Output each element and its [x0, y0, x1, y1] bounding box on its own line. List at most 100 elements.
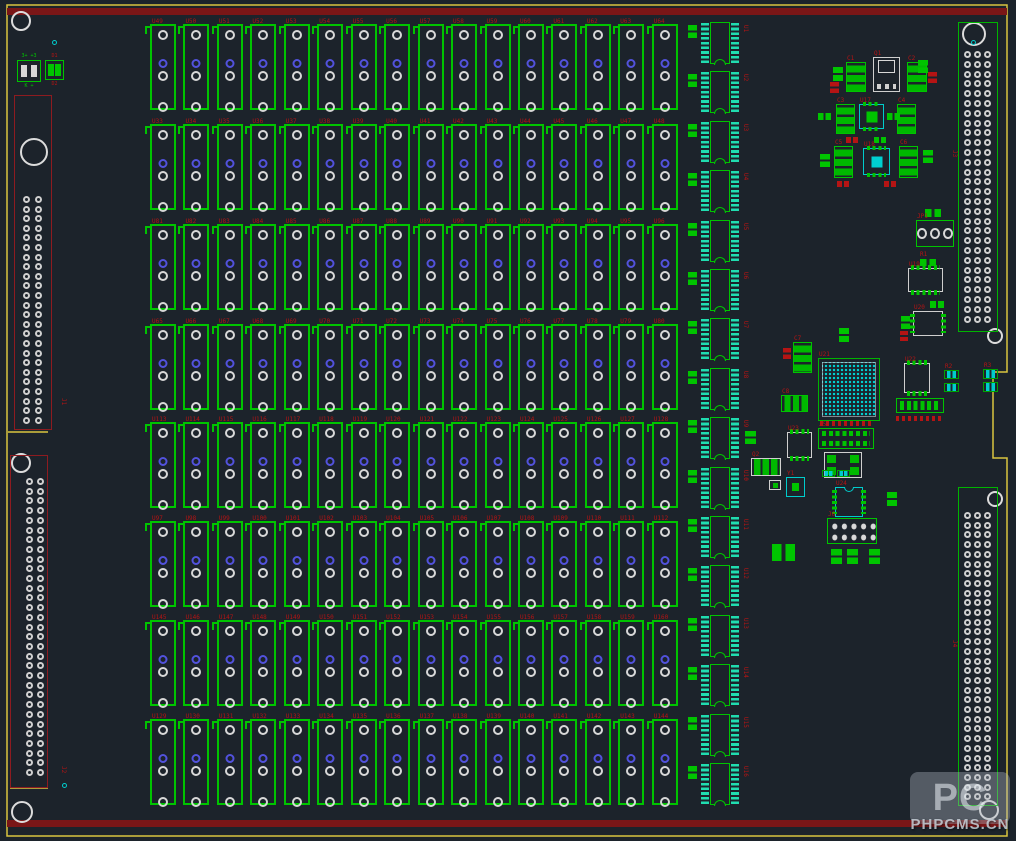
bga-footprint[interactable]: U21 — [818, 358, 880, 421]
socket-U160[interactable]: U160 — [652, 620, 678, 706]
passive-pads[interactable] — [831, 549, 842, 564]
socket-U115[interactable]: U115 — [217, 422, 243, 508]
socket-U72[interactable]: U72 — [384, 324, 410, 410]
socket-U74[interactable]: U74 — [451, 324, 477, 410]
socket-U106[interactable]: U106 — [451, 521, 477, 607]
socket-U65[interactable]: U65 — [150, 324, 176, 410]
socket-U141[interactable]: U141 — [551, 719, 577, 805]
socket-U40[interactable]: U40 — [384, 124, 410, 210]
socket-U126[interactable]: U126 — [585, 422, 611, 508]
socket-U148[interactable]: U148 — [250, 620, 276, 706]
corner-terminal-block[interactable]: 3+ +3K + — [17, 60, 41, 82]
socket-U143[interactable]: U143 — [618, 719, 644, 805]
socket-U53[interactable]: U53 — [284, 24, 310, 110]
socket-U63[interactable]: U63 — [618, 24, 644, 110]
socket-U82[interactable]: U82 — [183, 224, 209, 310]
socket-U46[interactable]: U46 — [585, 124, 611, 210]
soic-footprint-U11[interactable]: U11 — [700, 516, 740, 561]
socket-U124[interactable]: U124 — [518, 422, 544, 508]
socket-U159[interactable]: U159 — [618, 620, 644, 706]
soic-footprint-U8[interactable]: U8 — [700, 368, 740, 413]
soic-footprint-U6[interactable]: U6 — [700, 269, 740, 314]
soic-footprint-U16[interactable]: U16 — [700, 763, 740, 808]
socket-U69[interactable]: U69 — [284, 324, 310, 410]
socket-U111[interactable]: U111 — [618, 521, 644, 607]
capacitor-footprint[interactable]: C8 — [781, 395, 808, 412]
socket-U77[interactable]: U77 — [551, 324, 577, 410]
bottom-pad-row[interactable] — [820, 421, 874, 426]
passive-pads[interactable] — [830, 82, 839, 93]
socket-U55[interactable]: U55 — [351, 24, 377, 110]
corner-diode-block[interactable]: D1D2 — [45, 60, 64, 80]
socket-U41[interactable]: U41 — [418, 124, 444, 210]
socket-U35[interactable]: U35 — [217, 124, 243, 210]
capacitor-footprint[interactable]: C5 — [834, 146, 853, 178]
socket-U152[interactable]: U152 — [384, 620, 410, 706]
socket-U100[interactable]: U100 — [250, 521, 276, 607]
passive-pads[interactable] — [820, 154, 830, 167]
regulator-footprint[interactable]: Q1 — [873, 57, 900, 92]
socket-U120[interactable]: U120 — [384, 422, 410, 508]
socket-U157[interactable]: U157 — [551, 620, 577, 706]
edge-connector-J4[interactable] — [958, 487, 998, 806]
socket-U92[interactable]: U92 — [518, 224, 544, 310]
socket-U127[interactable]: U127 — [618, 422, 644, 508]
socket-U79[interactable]: U79 — [618, 324, 644, 410]
socket-U98[interactable]: U98 — [183, 521, 209, 607]
socket-U66[interactable]: U66 — [183, 324, 209, 410]
socket-U107[interactable]: U107 — [485, 521, 511, 607]
socket-U118[interactable]: U118 — [317, 422, 343, 508]
socket-U44[interactable]: U44 — [518, 124, 544, 210]
socket-U52[interactable]: U52 — [250, 24, 276, 110]
qfn-footprint[interactable]: U18 — [863, 148, 890, 175]
soic-footprint-U14[interactable]: U14 — [700, 664, 740, 709]
socket-U88[interactable]: U88 — [384, 224, 410, 310]
socket-U108[interactable]: U108 — [518, 521, 544, 607]
passive-pads[interactable] — [923, 150, 933, 163]
socket-U96[interactable]: U96 — [652, 224, 678, 310]
socket-U75[interactable]: U75 — [485, 324, 511, 410]
socket-U94[interactable]: U94 — [585, 224, 611, 310]
socket-U153[interactable]: U153 — [418, 620, 444, 706]
socket-U138[interactable]: U138 — [451, 719, 477, 805]
socket-U90[interactable]: U90 — [451, 224, 477, 310]
socket-U119[interactable]: U119 — [351, 422, 377, 508]
socket-U150[interactable]: U150 — [317, 620, 343, 706]
socket-U133[interactable]: U133 — [284, 719, 310, 805]
socket-U34[interactable]: U34 — [183, 124, 209, 210]
socket-U130[interactable]: U130 — [183, 719, 209, 805]
socket-U57[interactable]: U57 — [418, 24, 444, 110]
soic8-footprint[interactable]: U19 — [908, 268, 943, 292]
socket-U117[interactable]: U117 — [284, 422, 310, 508]
socket-U43[interactable]: U43 — [485, 124, 511, 210]
socket-U99[interactable]: U99 — [217, 521, 243, 607]
soic-footprint-U7[interactable]: U7 — [700, 318, 740, 363]
passive-pads[interactable] — [783, 348, 791, 359]
socket-U144[interactable]: U144 — [652, 719, 678, 805]
passive-pads[interactable] — [869, 549, 880, 564]
socket-U155[interactable]: U155 — [485, 620, 511, 706]
socket-U154[interactable]: U154 — [451, 620, 477, 706]
soic-footprint-U9[interactable]: U9 — [700, 417, 740, 462]
socket-U132[interactable]: U132 — [250, 719, 276, 805]
socket-U37[interactable]: U37 — [284, 124, 310, 210]
socket-U125[interactable]: U125 — [551, 422, 577, 508]
header-footprint[interactable] — [896, 398, 944, 413]
socket-U147[interactable]: U147 — [217, 620, 243, 706]
passive-pads[interactable] — [930, 301, 944, 308]
socket-U39[interactable]: U39 — [351, 124, 377, 210]
dip-footprint[interactable]: U24 — [835, 487, 863, 517]
resistor-pads[interactable] — [983, 382, 998, 392]
socket-U116[interactable]: U116 — [250, 422, 276, 508]
header-footprint[interactable]: J5 — [818, 428, 874, 449]
oscillator-footprint[interactable]: Y1 — [786, 477, 805, 497]
socket-U105[interactable]: U105 — [418, 521, 444, 607]
socket-U36[interactable]: U36 — [250, 124, 276, 210]
socket-U48[interactable]: U48 — [652, 124, 678, 210]
soic-footprint-U3[interactable]: U3 — [700, 121, 740, 166]
socket-U122[interactable]: U122 — [451, 422, 477, 508]
socket-U135[interactable]: U135 — [351, 719, 377, 805]
socket-U73[interactable]: U73 — [418, 324, 444, 410]
socket-U47[interactable]: U47 — [618, 124, 644, 210]
soic-footprint-U2[interactable]: U2 — [700, 71, 740, 116]
